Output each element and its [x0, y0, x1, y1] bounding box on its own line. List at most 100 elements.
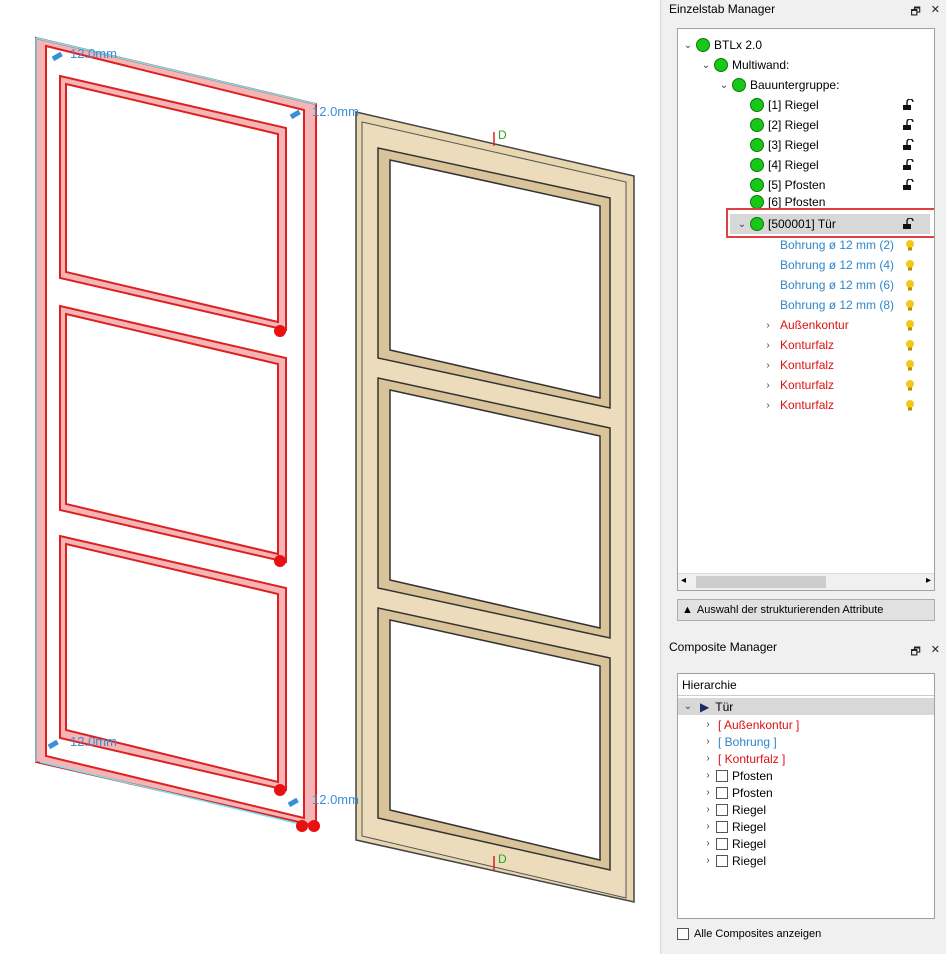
- composite-item[interactable]: › Pfosten: [678, 784, 934, 801]
- composite-item[interactable]: › Riegel: [678, 852, 934, 869]
- tree-member[interactable]: [2] Riegel: [678, 115, 934, 135]
- lightbulb-icon[interactable]: [904, 279, 916, 291]
- tree-label: Riegel: [732, 853, 767, 868]
- tree-contour[interactable]: › Konturfalz: [678, 375, 934, 395]
- tree-label: [ Konturfalz ]: [718, 751, 786, 766]
- wireframe-door: [35, 36, 317, 828]
- composite-group[interactable]: › [ Konturfalz ]: [678, 750, 934, 767]
- chevron-right-icon[interactable]: ›: [702, 821, 714, 832]
- tree-label: [2] Riegel: [768, 118, 819, 132]
- button-label: Auswahl der strukturierenden Attribute: [696, 604, 884, 616]
- lightbulb-icon[interactable]: [904, 399, 916, 411]
- tree-label: Pfosten: [732, 768, 773, 783]
- unlock-icon[interactable]: [902, 99, 914, 111]
- tree-bauuntergruppe[interactable]: ⌄ Bauuntergruppe:: [678, 75, 934, 95]
- checkbox[interactable]: [716, 803, 728, 816]
- unlock-icon[interactable]: [902, 139, 914, 151]
- chevron-right-icon[interactable]: ›: [702, 855, 714, 866]
- chevron-down-icon[interactable]: ⌄: [718, 80, 730, 91]
- tree-member[interactable]: [5] Pfosten: [678, 175, 934, 195]
- lightbulb-icon[interactable]: [904, 239, 916, 251]
- chevron-right-icon[interactable]: ›: [702, 804, 714, 815]
- checkbox[interactable]: [716, 786, 728, 799]
- scroll-left-icon[interactable]: ◂: [681, 575, 686, 586]
- tree-label: Multiwand:: [732, 58, 790, 72]
- dim-label: 12.0mm: [312, 104, 359, 119]
- horizontal-scrollbar[interactable]: ◂ ▸: [678, 573, 934, 590]
- show-all-composites[interactable]: Alle Composites anzeigen: [677, 928, 821, 940]
- structuring-attributes-button[interactable]: ▲ Auswahl der strukturierenden Attribute: [677, 599, 935, 621]
- lightbulb-icon[interactable]: [904, 259, 916, 271]
- tree-label: Riegel: [732, 802, 767, 817]
- unlock-icon[interactable]: [902, 119, 914, 131]
- tree-bohrung[interactable]: Bohrung ø 12 mm (4): [678, 255, 934, 275]
- checkbox[interactable]: [716, 854, 728, 867]
- tree-bohrung[interactable]: Bohrung ø 12 mm (8): [678, 295, 934, 315]
- status-dot-icon: [750, 98, 764, 112]
- chevron-right-icon[interactable]: ›: [702, 838, 714, 849]
- door-drawing: [35, 36, 635, 903]
- chevron-right-icon[interactable]: ›: [762, 340, 774, 351]
- composite-tree[interactable]: Hierarchie ⌄ ▶ Tür › [ Außenkontur ] › […: [677, 673, 935, 919]
- chevron-right-icon[interactable]: ›: [702, 736, 714, 747]
- lightbulb-icon[interactable]: [904, 379, 916, 391]
- tree-contour[interactable]: › Außenkontur: [678, 315, 934, 335]
- tree-member[interactable]: [3] Riegel: [678, 135, 934, 155]
- tree-label: BTLx 2.0: [714, 38, 763, 52]
- composite-group[interactable]: › [ Außenkontur ]: [678, 716, 934, 733]
- composite-group[interactable]: › [ Bohrung ]: [678, 733, 934, 750]
- tree-label: Konturfalz: [780, 338, 835, 352]
- checkbox[interactable]: [716, 769, 728, 782]
- unlock-icon[interactable]: [902, 179, 914, 191]
- tree-member[interactable]: [6] Pfosten: [678, 195, 934, 209]
- scrollbar-thumb[interactable]: [696, 576, 826, 588]
- tree-label: Bohrung ø 12 mm (6): [780, 278, 895, 292]
- chevron-right-icon[interactable]: ›: [762, 360, 774, 371]
- tree-bohrung[interactable]: Bohrung ø 12 mm (2): [678, 235, 934, 255]
- chevron-down-icon[interactable]: ⌄: [700, 60, 712, 71]
- close-icon[interactable]: ✕: [931, 643, 940, 662]
- checkbox[interactable]: [716, 837, 728, 850]
- chevron-right-icon[interactable]: ›: [762, 320, 774, 331]
- einzelstab-tree[interactable]: ⌄ BTLx 2.0 ⌄ Multiwand: ⌄ Bauuntergruppe…: [677, 28, 935, 591]
- tree-bohrung[interactable]: Bohrung ø 12 mm (6): [678, 275, 934, 295]
- tree-label: [ Bohrung ]: [718, 734, 777, 749]
- status-dot-icon: [714, 58, 728, 72]
- composite-root[interactable]: ⌄ ▶ Tür: [678, 698, 934, 715]
- lightbulb-icon[interactable]: [904, 319, 916, 331]
- unlock-icon[interactable]: [902, 159, 914, 171]
- scroll-right-icon[interactable]: ▸: [926, 575, 931, 586]
- chevron-right-icon[interactable]: ›: [762, 400, 774, 411]
- composite-item[interactable]: › Riegel: [678, 835, 934, 852]
- tree-member[interactable]: [1] Riegel: [678, 95, 934, 115]
- chevron-down-icon[interactable]: ⌄: [682, 40, 694, 51]
- tree-label: [ Außenkontur ]: [718, 717, 800, 732]
- axis-marker-top: D: [498, 128, 507, 142]
- chevron-right-icon[interactable]: ›: [702, 770, 714, 781]
- tree-contour[interactable]: › Konturfalz: [678, 335, 934, 355]
- chevron-right-icon[interactable]: ›: [702, 753, 714, 764]
- lightbulb-icon[interactable]: [904, 359, 916, 371]
- 3d-viewport[interactable]: 12.0mm 12.0mm 12.0mm 12.0mm D D: [0, 0, 660, 954]
- float-icon[interactable]: 🗗: [910, 643, 920, 662]
- hierarchy-header[interactable]: Hierarchie: [678, 674, 934, 696]
- chevron-right-icon[interactable]: ›: [702, 787, 714, 798]
- chevron-down-icon[interactable]: ⌄: [682, 701, 694, 712]
- chevron-right-icon[interactable]: ›: [702, 719, 714, 730]
- lightbulb-icon[interactable]: [904, 339, 916, 351]
- tree-label: [6] Pfosten: [768, 195, 826, 209]
- composite-item[interactable]: › Riegel: [678, 801, 934, 818]
- tree-member[interactable]: [4] Riegel: [678, 155, 934, 175]
- tree-contour[interactable]: › Konturfalz: [678, 355, 934, 375]
- tree-multiwand[interactable]: ⌄ Multiwand:: [678, 55, 934, 75]
- tree-root[interactable]: ⌄ BTLx 2.0: [678, 35, 934, 55]
- float-icon[interactable]: 🗗: [910, 3, 920, 22]
- checkbox[interactable]: [716, 820, 728, 833]
- chevron-right-icon[interactable]: ›: [762, 380, 774, 391]
- close-icon[interactable]: ✕: [931, 3, 940, 22]
- tree-contour[interactable]: › Konturfalz: [678, 395, 934, 415]
- show-all-checkbox[interactable]: [677, 928, 689, 940]
- lightbulb-icon[interactable]: [904, 299, 916, 311]
- composite-item[interactable]: › Riegel: [678, 818, 934, 835]
- composite-item[interactable]: › Pfosten: [678, 767, 934, 784]
